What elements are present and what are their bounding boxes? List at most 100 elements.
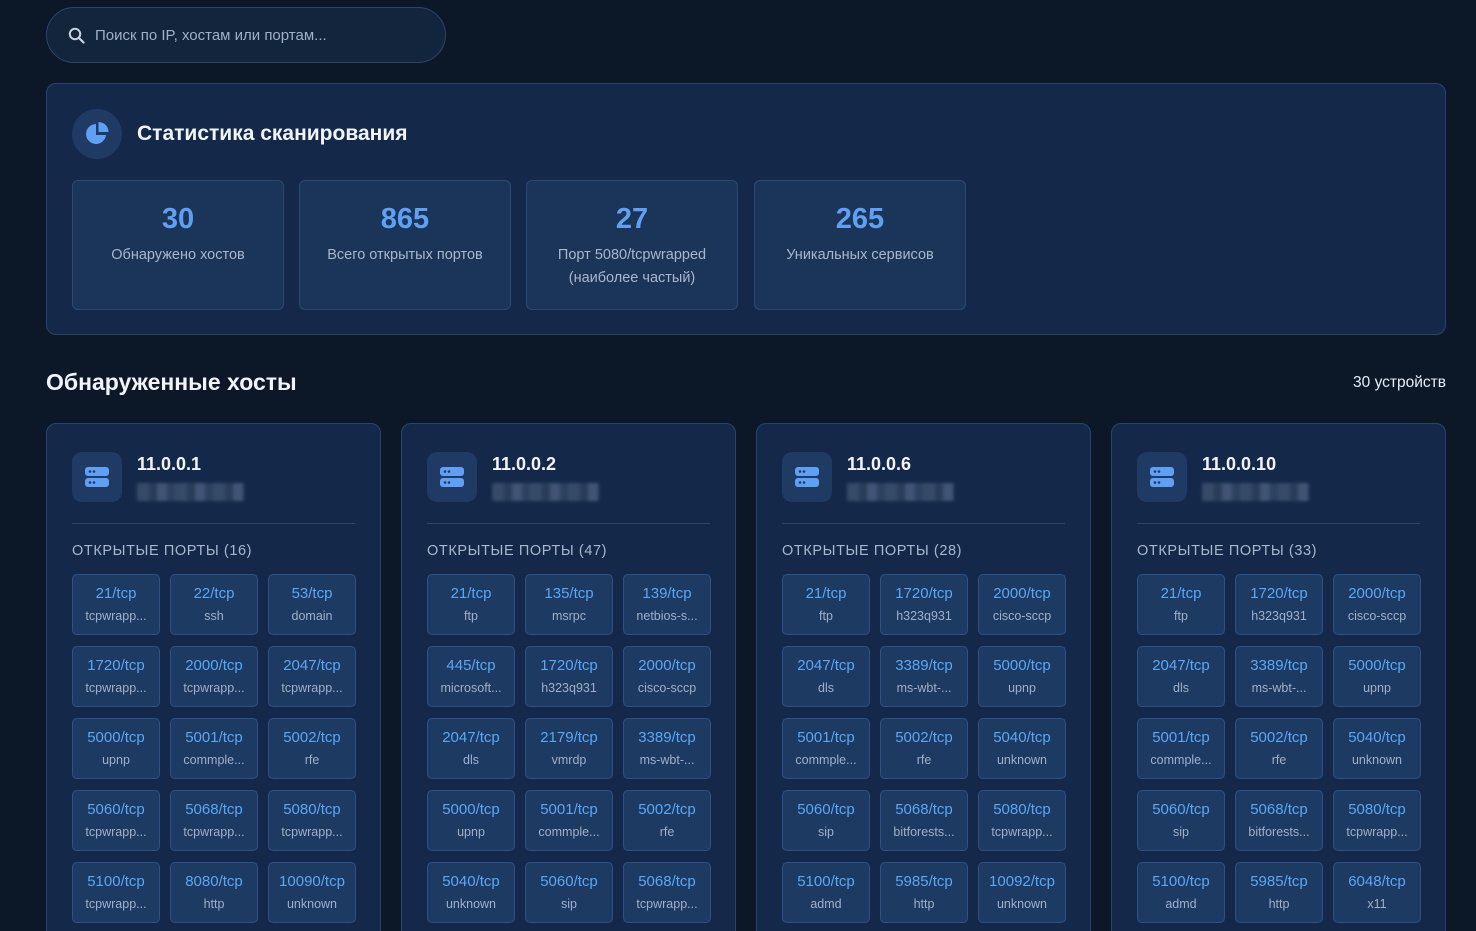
port-chip[interactable]: 22/tcp ssh	[170, 574, 258, 635]
port-number: 5002/tcp	[1250, 729, 1308, 746]
port-number: 5060/tcp	[540, 873, 598, 890]
port-chip[interactable]: 8080/tcp http	[170, 862, 258, 923]
port-number: 5985/tcp	[1250, 873, 1308, 890]
host-card[interactable]: 11.0.0.1 ОТКРЫТЫЕ ПОРТЫ (16) 21/tcp tcpwrap…	[46, 423, 381, 931]
port-chip[interactable]: 5060/tcp tcpwrapp...	[72, 790, 160, 851]
port-chip[interactable]: 445/tcp microsoft...	[427, 646, 515, 707]
port-chip[interactable]: 5985/tcp http	[880, 862, 968, 923]
port-chip[interactable]: 2000/tcp cisco-sccp	[1333, 574, 1421, 635]
stat-label: Порт 5080/tcpwrapped (наиболее частый)	[557, 247, 707, 286]
port-number: 5001/tcp	[797, 729, 855, 746]
port-chip[interactable]: 5060/tcp sip	[1137, 790, 1225, 851]
port-chip[interactable]: 135/tcp msrpc	[525, 574, 613, 635]
port-service: tcpwrapp...	[281, 825, 343, 839]
port-chip[interactable]: 3389/tcp ms-wbt-...	[880, 646, 968, 707]
port-chip[interactable]: 5060/tcp sip	[525, 862, 613, 923]
port-chip[interactable]: 2179/tcp vmrdp	[525, 718, 613, 779]
host-header: 11.0.0.1	[72, 452, 244, 502]
port-chip[interactable]: 5001/tcp commple...	[1137, 718, 1225, 779]
port-chip[interactable]: 53/tcp domain	[268, 574, 356, 635]
port-chip[interactable]: 5985/tcp http	[1235, 862, 1323, 923]
port-chip[interactable]: 6048/tcp x11	[1333, 862, 1421, 923]
host-card[interactable]: 11.0.0.6 ОТКРЫТЫЕ ПОРТЫ (28) 21/tcp ftp 1720…	[756, 423, 1091, 931]
port-number: 5060/tcp	[1152, 801, 1210, 818]
port-number: 2047/tcp	[1152, 657, 1210, 674]
port-chip[interactable]: 5000/tcp upnp	[1333, 646, 1421, 707]
port-chip[interactable]: 5068/tcp tcpwrapp...	[623, 862, 711, 923]
hosts-count: 30 устройств	[1353, 374, 1446, 391]
port-chip[interactable]: 139/tcp netbios-s...	[623, 574, 711, 635]
port-chip[interactable]: 5060/tcp sip	[782, 790, 870, 851]
port-chip[interactable]: 3389/tcp ms-wbt-...	[623, 718, 711, 779]
port-chip[interactable]: 2047/tcp tcpwrapp...	[268, 646, 356, 707]
port-chip[interactable]: 21/tcp ftp	[1137, 574, 1225, 635]
host-card[interactable]: 11.0.0.10 ОТКРЫТЫЕ ПОРТЫ (33) 21/tcp ftp 172…	[1111, 423, 1446, 931]
host-ip: 11.0.0.6	[847, 454, 912, 474]
host-ip: 11.0.0.2	[492, 454, 557, 474]
port-chip[interactable]: 5040/tcp unknown	[427, 862, 515, 923]
port-chip[interactable]: 5100/tcp admd	[1137, 862, 1225, 923]
port-chip[interactable]: 5080/tcp tcpwrapp...	[978, 790, 1066, 851]
port-chip[interactable]: 2047/tcp dls	[782, 646, 870, 707]
divider	[427, 523, 710, 524]
port-chip[interactable]: 2047/tcp dls	[427, 718, 515, 779]
port-service: upnp	[1008, 681, 1036, 695]
port-chip[interactable]: 10090/tcp unknown	[268, 862, 356, 923]
host-card[interactable]: 11.0.0.2 ОТКРЫТЫЕ ПОРТЫ (47) 21/tcp ftp 135/…	[401, 423, 736, 931]
port-service: unknown	[445, 897, 497, 911]
port-chip[interactable]: 5100/tcp admd	[782, 862, 870, 923]
search-input[interactable]	[95, 26, 445, 44]
port-number: 3389/tcp	[1250, 657, 1308, 674]
ports-grid: 21/tcp tcpwrapp... 22/tcp ssh 53/tcp domain 17…	[72, 574, 356, 923]
port-chip[interactable]: 21/tcp ftp	[427, 574, 515, 635]
port-number: 5040/tcp	[1348, 729, 1406, 746]
port-chip[interactable]: 5001/tcp commple...	[525, 790, 613, 851]
stats-header: Статистика сканирования	[72, 109, 408, 159]
port-chip[interactable]: 5080/tcp tcpwrapp...	[268, 790, 356, 851]
port-service: admd	[810, 897, 842, 911]
port-chip[interactable]: 2047/tcp dls	[1137, 646, 1225, 707]
port-chip[interactable]: 5001/tcp commple...	[170, 718, 258, 779]
port-chip[interactable]: 21/tcp tcpwrapp...	[72, 574, 160, 635]
port-number: 5068/tcp	[185, 801, 243, 818]
host-info: 11.0.0.1	[137, 454, 244, 502]
port-chip[interactable]: 5100/tcp tcpwrapp...	[72, 862, 160, 923]
port-chip[interactable]: 5068/tcp bitforests...	[1235, 790, 1323, 851]
stat-value: 30	[161, 203, 195, 235]
port-chip[interactable]: 1720/tcp h323q931	[1235, 574, 1323, 635]
port-chip[interactable]: 5068/tcp bitforests...	[880, 790, 968, 851]
port-chip[interactable]: 21/tcp ftp	[782, 574, 870, 635]
port-chip[interactable]: 1720/tcp h323q931	[880, 574, 968, 635]
port-chip[interactable]: 2000/tcp cisco-sccp	[978, 574, 1066, 635]
port-chip[interactable]: 5040/tcp unknown	[978, 718, 1066, 779]
port-chip[interactable]: 5002/tcp rfe	[880, 718, 968, 779]
host-info: 11.0.0.2	[492, 454, 599, 502]
port-service: sip	[561, 897, 577, 911]
port-chip[interactable]: 1720/tcp h323q931	[525, 646, 613, 707]
search-bar[interactable]	[46, 7, 446, 63]
port-number: 3389/tcp	[638, 729, 696, 746]
stat-label: Обнаружено хостов	[111, 247, 245, 263]
port-chip[interactable]: 5040/tcp unknown	[1333, 718, 1421, 779]
port-number: 22/tcp	[193, 585, 235, 602]
port-service: ms-wbt-...	[896, 681, 952, 695]
port-chip[interactable]: 5001/tcp commple...	[782, 718, 870, 779]
port-chip[interactable]: 5002/tcp rfe	[623, 790, 711, 851]
port-chip[interactable]: 3389/tcp ms-wbt-...	[1235, 646, 1323, 707]
port-number: 21/tcp	[450, 585, 492, 602]
port-chip[interactable]: 5000/tcp upnp	[978, 646, 1066, 707]
port-chip[interactable]: 5000/tcp upnp	[427, 790, 515, 851]
port-chip[interactable]: 5000/tcp upnp	[72, 718, 160, 779]
stat-card-services: 265 Уникальных сервисов	[754, 180, 966, 310]
port-service: rfe	[916, 753, 932, 767]
port-chip[interactable]: 5068/tcp tcpwrapp...	[170, 790, 258, 851]
port-chip[interactable]: 10092/tcp unknown	[978, 862, 1066, 923]
port-chip[interactable]: 5080/tcp tcpwrapp...	[1333, 790, 1421, 851]
port-service: http	[913, 897, 935, 911]
port-chip[interactable]: 2000/tcp cisco-sccp	[623, 646, 711, 707]
port-chip[interactable]: 5002/tcp rfe	[268, 718, 356, 779]
port-service: upnp	[102, 753, 130, 767]
port-chip[interactable]: 2000/tcp tcpwrapp...	[170, 646, 258, 707]
port-chip[interactable]: 1720/tcp tcpwrapp...	[72, 646, 160, 707]
port-chip[interactable]: 5002/tcp rfe	[1235, 718, 1323, 779]
